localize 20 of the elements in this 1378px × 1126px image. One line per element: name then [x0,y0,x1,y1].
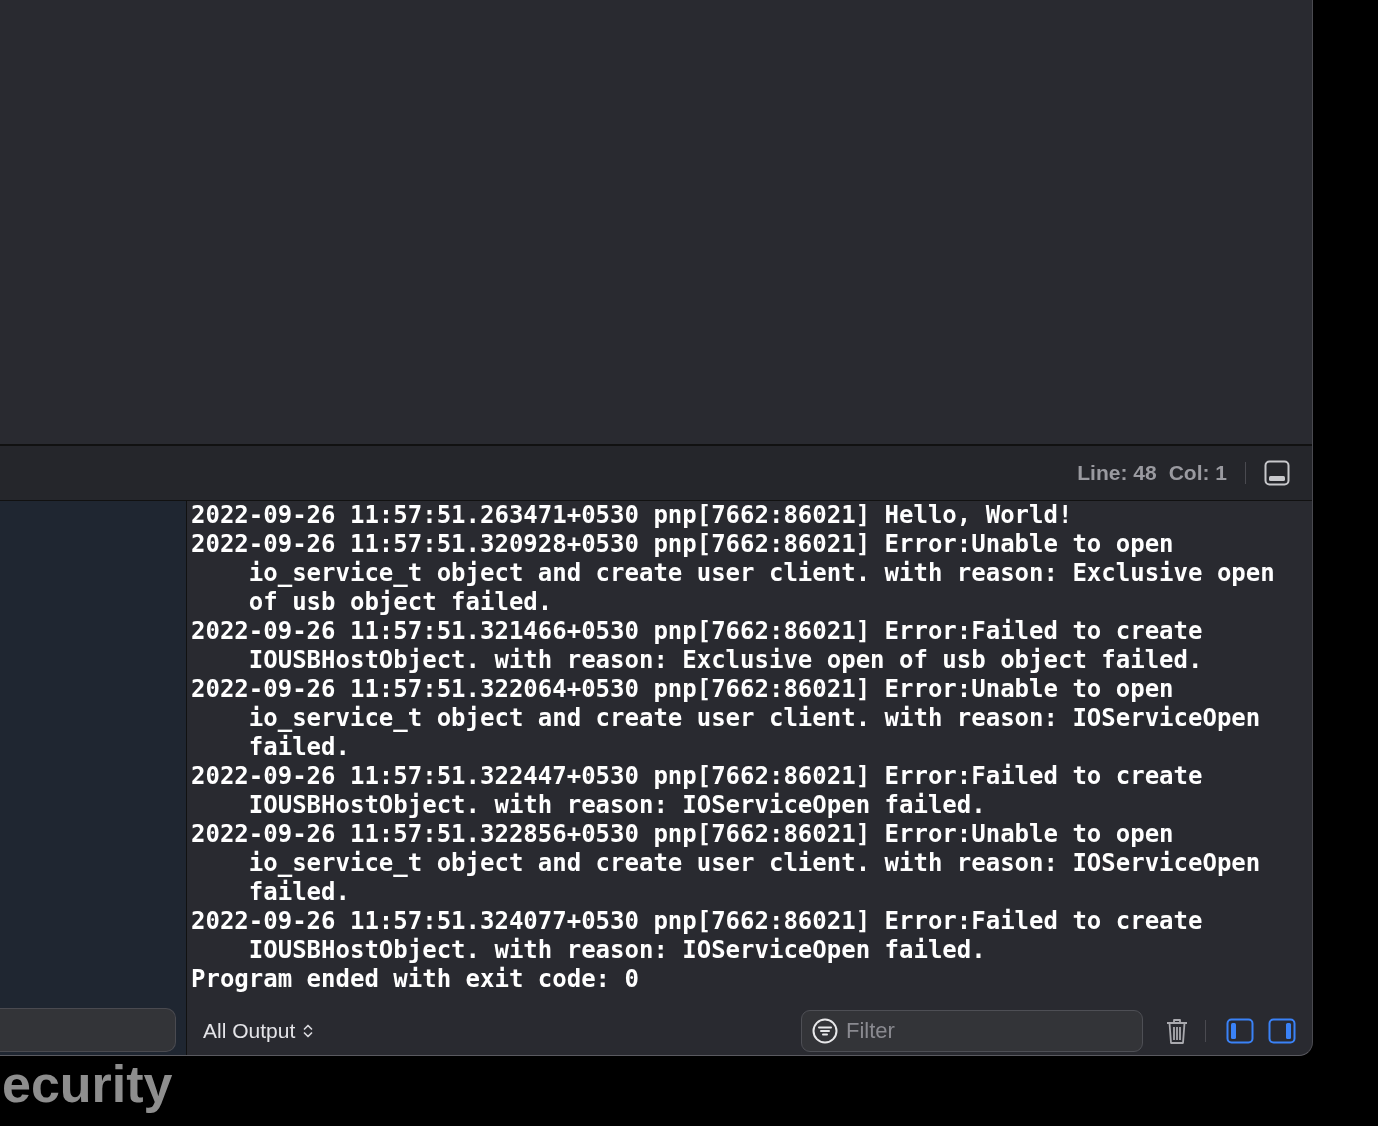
log-entry: 2022-09-26 11:57:51.320928+0530 pnp[7662:86021] Error:Unable to open io_service_t object and create user client. with reason: Exclusive open of usb object failed. [191,530,1276,617]
column-number: Col: 1 [1168,461,1227,485]
log-entry: 2022-09-26 11:57:51.321466+0530 pnp[7662:86021] Error:Failed to create IOUSBHostObject. with reason: Exclusive open of usb object failed. [191,617,1204,675]
right-panel-toggle-icon[interactable] [1268,1018,1296,1044]
chevron-up-down-icon [303,1023,314,1039]
filter-icon [812,1018,838,1044]
log-entry: 2022-09-26 11:57:51.322447+0530 pnp[7662:86021] Error:Failed to create IOUSBHostObject. with reason: IOServiceOpen failed. [191,762,1204,820]
log-entry: 2022-09-26 11:57:51.322064+0530 pnp[7662:86021] Error:Unable to open io_service_t object and create user client. with reason: IOServiceOpen failed. [191,675,1262,762]
trash-icon[interactable] [1165,1017,1189,1045]
debug-area-toggle-icon[interactable] [1264,460,1290,486]
log-entry: 2022-09-26 11:57:51.324077+0530 pnp[7662:86021] Error:Failed to create IOUSBHostObject. with reason: IOServiceOpen failed. [191,907,1204,965]
log-entry: Program ended with exit code: 0 [191,965,640,994]
line-number: Line: 48 [1077,461,1157,485]
log-entry: 2022-09-26 11:57:51.322856+0530 pnp[7662:86021] Error:Unable to open io_service_t object and create user client. with reason: IOServiceOpen failed. [191,820,1262,907]
log-entry: 2022-09-26 11:57:51.263471+0530 pnp[7662:86021] Hello, World! [191,501,1074,530]
output-menu[interactable]: All Output [203,1019,314,1043]
filter-input[interactable]: Filter [846,1018,1132,1044]
sidebar-filter-field[interactable] [0,1008,176,1052]
left-panel-toggle-icon[interactable] [1226,1018,1254,1044]
filter-field[interactable]: Filter [801,1010,1143,1052]
